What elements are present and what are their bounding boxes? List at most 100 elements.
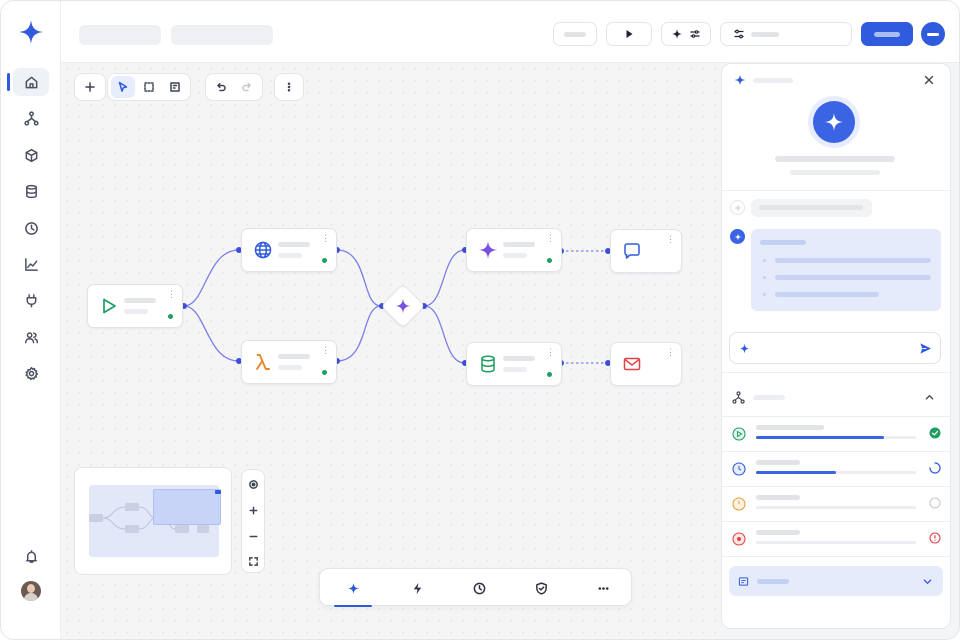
dock-ai-button[interactable] xyxy=(334,573,372,607)
chat-icon xyxy=(624,243,640,259)
node-menu-icon[interactable]: ⋮ xyxy=(321,234,330,243)
bell-icon xyxy=(25,549,37,563)
node-ai-step[interactable]: ⋮ xyxy=(466,228,562,272)
sidebar-item-analytics[interactable] xyxy=(13,250,49,278)
chart-icon xyxy=(24,257,38,271)
sidebar-item-integrations[interactable] xyxy=(13,286,49,314)
locate-button[interactable] xyxy=(242,471,264,497)
chevron-down-icon xyxy=(923,579,932,584)
status-dot xyxy=(168,314,173,319)
task-row[interactable] xyxy=(721,522,951,556)
sparkle-icon xyxy=(734,74,746,86)
notifications-button[interactable] xyxy=(13,542,49,570)
sidebar-item-settings[interactable] xyxy=(13,359,49,387)
breadcrumb-workflow[interactable] xyxy=(171,25,273,45)
sliders-icon xyxy=(690,30,700,38)
play-icon xyxy=(103,298,116,314)
settings-dropdown[interactable] xyxy=(720,22,852,46)
node-menu-icon[interactable]: ⋮ xyxy=(167,290,176,299)
node-menu-icon[interactable]: ⋮ xyxy=(321,346,330,355)
fit-view-button[interactable] xyxy=(242,548,264,574)
task-row[interactable] xyxy=(721,487,951,521)
dock-security-button[interactable] xyxy=(522,573,560,603)
brand-logo-icon[interactable] xyxy=(18,19,44,45)
target-icon xyxy=(248,479,258,489)
frame-tool[interactable] xyxy=(163,76,187,98)
plus-icon xyxy=(249,506,257,514)
add-node-toolgroup xyxy=(74,73,106,101)
clock-icon xyxy=(24,221,38,235)
play-circle-icon xyxy=(732,427,746,441)
node-menu-icon[interactable]: ⋮ xyxy=(666,348,675,357)
sparkle-icon xyxy=(825,113,843,131)
dock-history-button[interactable] xyxy=(460,573,498,603)
mail-icon xyxy=(623,357,641,371)
user-menu-button[interactable] xyxy=(921,22,945,46)
ellipsis-icon xyxy=(597,586,609,590)
dock-more-button[interactable] xyxy=(584,573,622,603)
user-message xyxy=(751,199,872,217)
run-button[interactable] xyxy=(606,22,652,46)
sidebar-item-data[interactable] xyxy=(13,177,49,205)
more-options-button[interactable] xyxy=(278,76,300,98)
task-row[interactable] xyxy=(721,452,951,486)
redo-icon xyxy=(242,82,251,92)
status-dot xyxy=(547,372,552,377)
document-icon xyxy=(738,577,749,586)
history-toolgroup xyxy=(205,73,263,101)
workflow-icon xyxy=(23,110,39,126)
zoom-out-button[interactable] xyxy=(242,523,264,549)
pointer-tool[interactable] xyxy=(111,76,135,98)
assistant-message-avatar xyxy=(730,229,745,244)
minimap[interactable] xyxy=(74,467,232,575)
breadcrumb-project[interactable] xyxy=(79,25,161,45)
redo-button[interactable] xyxy=(235,76,259,98)
sidebar-item-team[interactable] xyxy=(13,323,49,351)
save-button[interactable] xyxy=(553,22,597,46)
task-row[interactable] xyxy=(721,417,951,451)
node-email[interactable]: ⋮ xyxy=(610,342,682,386)
minus-icon xyxy=(249,535,257,537)
add-node-button[interactable] xyxy=(78,76,102,98)
minimap-viewport[interactable] xyxy=(153,489,221,525)
sidebar-item-home[interactable] xyxy=(7,68,49,96)
zoom-in-button[interactable] xyxy=(242,497,264,523)
ai-assist-button[interactable] xyxy=(661,22,711,46)
assistant-avatar xyxy=(813,101,855,143)
dock-triggers-button[interactable] xyxy=(398,573,436,603)
close-icon[interactable] xyxy=(923,74,935,86)
chat-input[interactable] xyxy=(729,332,941,364)
node-trigger[interactable]: ⋮ xyxy=(87,284,183,328)
chevron-up-icon[interactable] xyxy=(924,392,935,403)
node-http[interactable]: ⋮ xyxy=(241,228,337,272)
timer-icon xyxy=(732,497,746,511)
publish-button[interactable] xyxy=(861,22,913,46)
avatar[interactable] xyxy=(21,581,41,601)
cursor-icon xyxy=(118,81,128,92)
send-icon[interactable] xyxy=(919,342,932,355)
app-window: ⋮ ⋮ ⋮ ⋮ ⋮ ⋮ ⋮ xyxy=(0,0,960,640)
error-icon xyxy=(929,532,941,544)
sparkle-icon xyxy=(733,232,742,241)
cube-icon xyxy=(25,148,37,162)
undo-button[interactable] xyxy=(209,76,233,98)
node-message[interactable]: ⋮ xyxy=(610,229,682,273)
more-toolgroup xyxy=(274,73,304,101)
sidebar-item-history[interactable] xyxy=(13,214,49,242)
sidebar-item-packages[interactable] xyxy=(13,141,49,169)
logs-dropdown[interactable] xyxy=(729,566,943,596)
sparkle-icon xyxy=(672,29,682,39)
node-lambda[interactable]: ⋮ xyxy=(241,340,337,384)
plug-icon xyxy=(26,293,36,307)
expand-icon xyxy=(248,556,258,566)
node-menu-icon[interactable]: ⋮ xyxy=(546,348,555,357)
node-menu-icon[interactable]: ⋮ xyxy=(546,234,555,243)
spinner-icon xyxy=(929,462,941,474)
selection-toolgroup xyxy=(107,73,191,101)
sparkle-icon xyxy=(395,298,411,314)
gear-icon xyxy=(25,366,38,380)
marquee-tool[interactable] xyxy=(137,76,161,98)
node-menu-icon[interactable]: ⋮ xyxy=(666,235,675,244)
sidebar-item-workflows[interactable] xyxy=(13,104,49,132)
node-database[interactable]: ⋮ xyxy=(466,342,562,386)
